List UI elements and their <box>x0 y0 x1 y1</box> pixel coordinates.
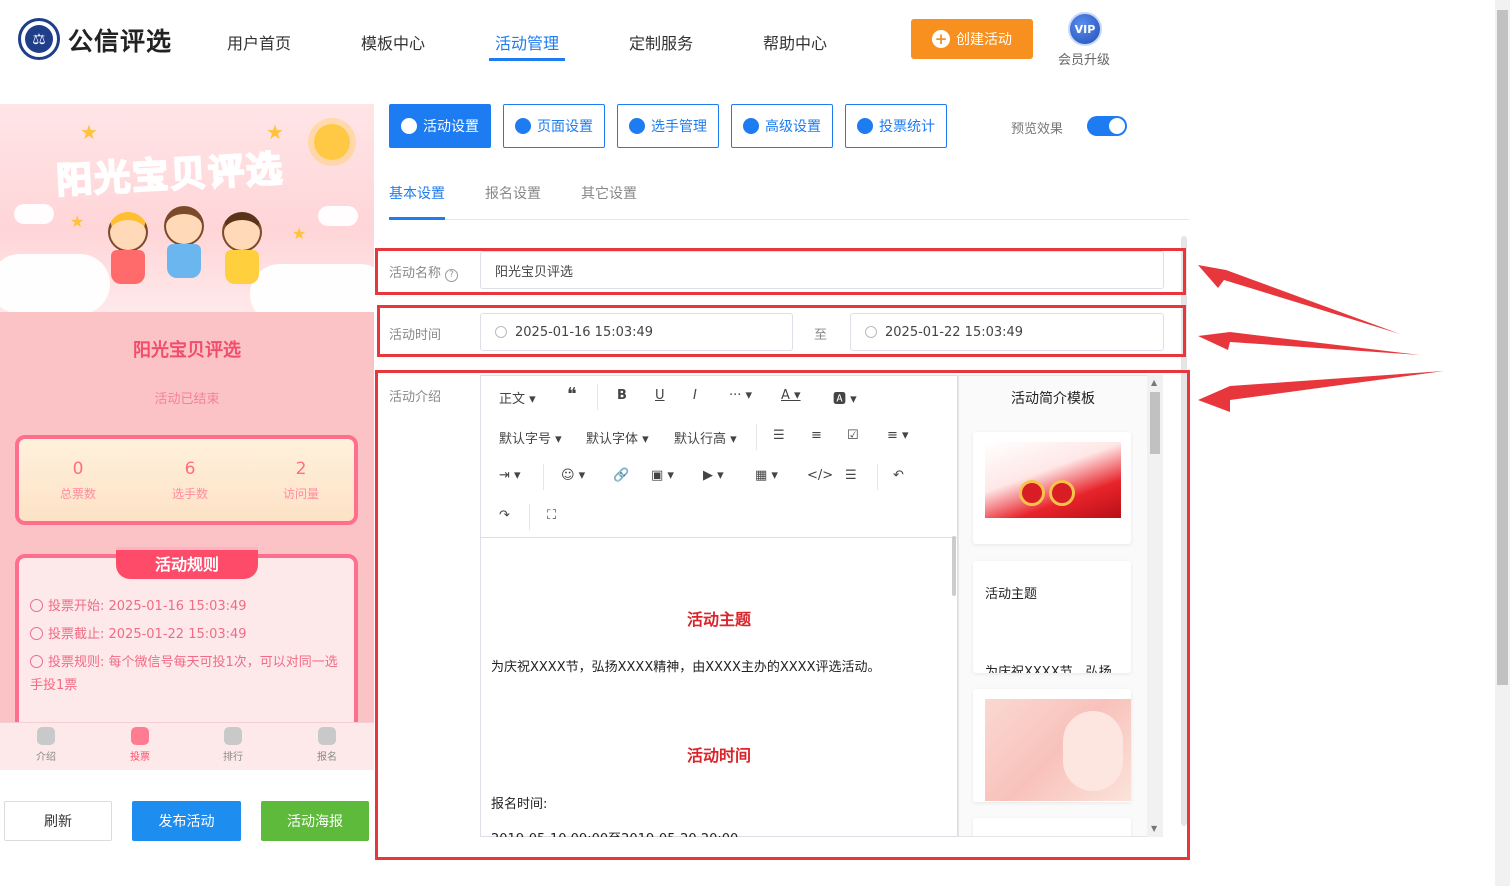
clock-icon <box>30 627 43 640</box>
preview-banner: ★ ★ ★ ★ 阳光宝贝评选 <box>0 104 374 312</box>
tab-signup[interactable]: 报名 <box>297 727 357 763</box>
logo-icon[interactable]: ⚖ <box>18 18 60 60</box>
sliders-icon <box>743 118 759 134</box>
preview-activity-status: 活动已结束 <box>154 392 220 407</box>
nav-help-center[interactable]: 帮助中心 <box>763 30 827 54</box>
preview-toggle-label: 预览效果 <box>1011 122 1064 137</box>
subtab-other[interactable]: 其它设置 <box>581 183 637 203</box>
nav-custom-service[interactable]: 定制服务 <box>629 30 693 54</box>
top-header: ⚖ 公信评选 用户首页 模板中心 活动管理 定制服务 帮助中心 + 创建活动 V… <box>0 0 1495 80</box>
rule-start: 投票开始: 2025-01-16 15:03:49 <box>30 595 346 618</box>
star-badge-icon <box>401 118 417 134</box>
nav-active-indicator <box>489 58 565 61</box>
subtab-basic[interactable]: 基本设置 <box>389 183 445 203</box>
cloud-decoration <box>14 204 54 224</box>
face-icon <box>37 727 55 745</box>
highlight-box-time <box>377 305 1186 357</box>
cloud-decoration <box>250 264 374 312</box>
subtab-active-indicator <box>389 217 445 220</box>
highlight-box-name <box>375 248 1186 295</box>
annotation-arrows <box>1198 265 1444 412</box>
heart-icon <box>131 727 149 745</box>
publish-button[interactable]: 发布活动 <box>132 801 241 841</box>
tab-vote-statistics[interactable]: 投票统计 <box>845 104 947 148</box>
refresh-button[interactable]: 刷新 <box>4 801 112 841</box>
star-icon: ★ <box>80 120 98 144</box>
tab-vote[interactable]: 投票 <box>110 727 170 763</box>
vip-upgrade-link[interactable]: 会员升级 <box>1058 49 1110 68</box>
tab-contestant-management[interactable]: 选手管理 <box>617 104 719 148</box>
banner-title: 阳光宝贝评选 <box>54 148 286 203</box>
stat-visits: 2 访问量 <box>282 459 319 501</box>
nav-activity-management[interactable]: 活动管理 <box>495 30 559 54</box>
mobile-preview: ★ ★ ★ ★ 阳光宝贝评选 阳光宝贝评选 活动已结束 0 总票数 6 选手数 … <box>0 104 374 770</box>
tab-intro[interactable]: 介绍 <box>16 727 76 763</box>
cloud-decoration <box>0 254 110 312</box>
create-activity-label: 创建活动 <box>956 32 1012 48</box>
star-icon: ★ <box>292 224 307 243</box>
tab-ranking[interactable]: 排行 <box>203 727 263 763</box>
rule-end: 投票截止: 2025-01-22 15:03:49 <box>30 623 346 646</box>
gear-icon <box>515 118 531 134</box>
star-icon: ★ <box>70 212 85 231</box>
vip-icon[interactable]: VIP <box>1068 12 1102 46</box>
subtab-divider <box>389 219 1189 220</box>
preview-activity-title: 阳光宝贝评选 <box>133 340 241 361</box>
info-icon <box>30 655 43 668</box>
highlight-box-intro <box>375 370 1190 860</box>
preview-tab-bar: 介绍 投票 排行 报名 <box>0 722 374 770</box>
tab-advanced-settings[interactable]: 高级设置 <box>731 104 833 148</box>
clock-icon <box>30 599 43 612</box>
arrow-icon <box>1198 332 1420 355</box>
nav-home[interactable]: 用户首页 <box>227 30 291 54</box>
trophy-icon <box>224 727 242 745</box>
plus-icon: + <box>932 30 950 48</box>
child-illustration <box>222 212 262 284</box>
users-icon <box>629 118 645 134</box>
arrow-icon <box>1198 265 1400 334</box>
sun-icon <box>314 124 350 160</box>
brand-name[interactable]: 公信评选 <box>68 22 172 58</box>
tab-page-settings[interactable]: 页面设置 <box>503 104 605 148</box>
stat-contestants: 6 选手数 <box>171 459 208 501</box>
cloud-decoration <box>318 206 358 226</box>
child-illustration <box>164 206 204 278</box>
rules-title: 活动规则 <box>116 547 258 579</box>
page-scroll-thumb[interactable] <box>1497 10 1508 685</box>
preview-toggle[interactable] <box>1087 116 1127 136</box>
bar-chart-icon <box>857 118 873 134</box>
nav-templates[interactable]: 模板中心 <box>361 30 425 54</box>
stat-total-votes: 0 总票数 <box>59 459 96 501</box>
arrow-icon <box>1198 371 1444 412</box>
child-illustration <box>108 212 148 284</box>
scales-icon: ⚖ <box>25 25 53 53</box>
subtab-signup[interactable]: 报名设置 <box>485 183 541 203</box>
tab-activity-settings[interactable]: 活动设置 <box>389 104 491 148</box>
shield-icon <box>318 727 336 745</box>
create-activity-button[interactable]: + 创建活动 <box>911 19 1033 59</box>
poster-button[interactable]: 活动海报 <box>261 801 369 841</box>
rule-policy: 投票规则: 每个微信号每天可投1次，可以对同一选手投1票 <box>30 655 338 693</box>
stats-panel: 0 总票数 6 选手数 2 访问量 <box>15 435 358 525</box>
